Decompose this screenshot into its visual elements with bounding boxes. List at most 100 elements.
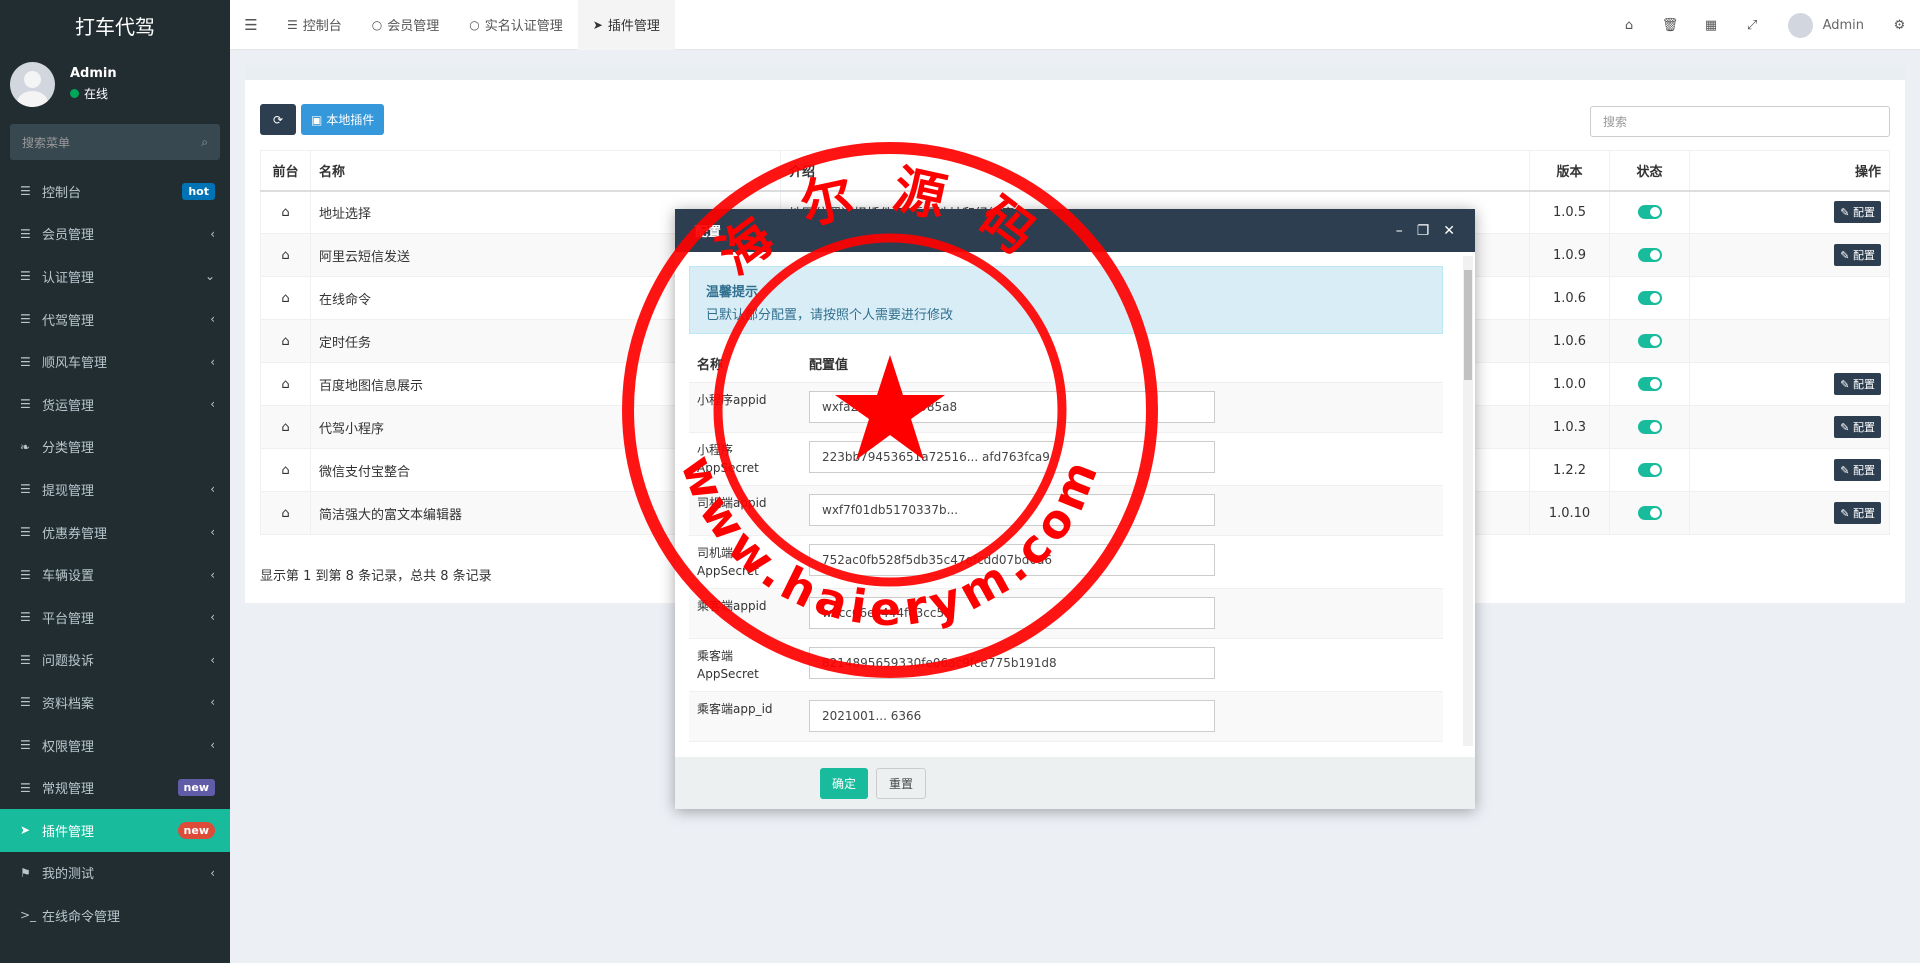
- local-plugins-button[interactable]: ▣ 本地插件: [301, 104, 385, 135]
- sidebar-item-label: 代驾管理: [42, 313, 95, 329]
- sidebar-item-4[interactable]: ☰ 顺风车管理 ‹: [0, 340, 230, 383]
- config-button[interactable]: ✎ 配置: [1834, 459, 1881, 481]
- config-value-input[interactable]: 752ac0fb528f5db35c47efcdd07bd6a6: [809, 543, 1215, 576]
- close-icon[interactable]: ✕: [1443, 223, 1455, 239]
- sidebar-item-16[interactable]: ⚑ 我的测试 ‹: [0, 852, 230, 895]
- sidebar-item-0[interactable]: ☰ 控制台 hot: [0, 170, 230, 213]
- sidebar-item-5[interactable]: ☰ 货运管理 ‹: [0, 383, 230, 426]
- col-version[interactable]: 版本: [1529, 150, 1610, 192]
- config-value-input[interactable]: 223bb79453651a72516... afd763fca9: [809, 440, 1215, 473]
- config-button[interactable]: ✎ 配置: [1834, 201, 1881, 224]
- fullscreen-icon[interactable]: ⤢: [1732, 18, 1773, 33]
- home-icon[interactable]: ⌂: [260, 319, 311, 363]
- plugin-version: 1.0.10: [1529, 491, 1610, 535]
- config-button[interactable]: ✎ 配置: [1834, 373, 1881, 395]
- reset-button[interactable]: 重置: [876, 767, 927, 799]
- config-value-cell: 2021001... 6366: [801, 691, 1443, 742]
- sidebar-item-label: 控制台: [42, 185, 82, 201]
- sidebar-item-13[interactable]: ☰ 权限管理 ‹: [0, 724, 230, 767]
- home-icon[interactable]: ⌂: [260, 491, 311, 535]
- config-row: 司机端AppSecret 752ac0fb528f5db35c47efcdd07b…: [689, 535, 1443, 589]
- list-icon: ☰: [20, 525, 31, 540]
- modal-body: 温馨提示 已默认部分配置，请按照个人需要进行修改 名称 配置值 小程序appid…: [675, 252, 1475, 742]
- translate-icon[interactable]: ▦: [1691, 18, 1732, 33]
- home-icon[interactable]: ⌂: [260, 362, 311, 406]
- config-button[interactable]: ✎ 配置: [1834, 502, 1881, 524]
- home-icon[interactable]: ⌂: [260, 190, 311, 234]
- pagination-info: 显示第 1 到第 8 条记录，总共 8 条记录: [260, 569, 492, 584]
- tab-3[interactable]: ➤ 插件管理: [577, 0, 675, 50]
- search-icon[interactable]: ⌕: [201, 135, 208, 150]
- status-toggle[interactable]: [1609, 276, 1690, 320]
- sidebar-item-7[interactable]: ☰ 提现管理 ‹: [0, 468, 230, 511]
- list-icon: ☰: [20, 269, 31, 284]
- status-toggle[interactable]: [1609, 319, 1690, 363]
- maximize-icon[interactable]: ❐: [1417, 223, 1430, 239]
- chevron-icon: ⌄: [204, 269, 215, 284]
- col-status[interactable]: 状态: [1609, 150, 1690, 192]
- sidebar-item-8[interactable]: ☰ 优惠券管理 ‹: [0, 511, 230, 554]
- col-actions[interactable]: 操作: [1689, 150, 1890, 192]
- sidebar-item-11[interactable]: ☰ 问题投诉 ‹: [0, 639, 230, 682]
- sidebar-item-1[interactable]: ☰ 会员管理 ‹: [0, 213, 230, 256]
- config-row: 乘客端AppSecret 8214895659330fe06ac9fce775b1…: [689, 638, 1443, 692]
- circle-icon: ○: [371, 17, 383, 32]
- sidebar-item-15[interactable]: ➤ 插件管理 new: [0, 808, 230, 852]
- alert-title: 温馨提示: [706, 285, 759, 300]
- status-toggle[interactable]: [1609, 190, 1690, 234]
- tab-1[interactable]: ○ 会员管理: [357, 0, 455, 50]
- alert-tip: 温馨提示 已默认部分配置，请按照个人需要进行修改: [689, 266, 1443, 334]
- sidebar-search-input[interactable]: 搜索菜单 ⌕: [10, 124, 220, 160]
- config-row: 小程序appid wxfa24b924871985a8: [689, 382, 1443, 433]
- table-search-input[interactable]: 搜索: [1590, 106, 1890, 137]
- menu-toggle-icon[interactable]: ☰: [230, 16, 272, 34]
- home-icon[interactable]: ⌂: [260, 276, 311, 320]
- config-value-input[interactable]: wxcc66ec444fe3cc53: [809, 596, 1215, 629]
- trash-icon[interactable]: 🗑: [1650, 18, 1691, 33]
- chevron-icon: ‹: [210, 226, 215, 241]
- tab-label: 会员管理: [387, 19, 440, 34]
- sidebar-item-9[interactable]: ☰ 车辆设置 ‹: [0, 553, 230, 596]
- tab-0[interactable]: ☰ 控制台: [272, 0, 357, 50]
- sidebar-item-12[interactable]: ☰ 资料档案 ‹: [0, 681, 230, 724]
- col-intro[interactable]: 介绍: [780, 150, 1530, 192]
- refresh-button[interactable]: ⟳: [260, 104, 296, 135]
- confirm-button[interactable]: 确定: [820, 767, 869, 799]
- status-toggle[interactable]: [1609, 233, 1690, 277]
- config-button[interactable]: ✎ 配置: [1834, 416, 1881, 438]
- config-value-input[interactable]: 8214895659330fe06ac9fce775b191d8: [809, 646, 1215, 679]
- sidebar-item-3[interactable]: ☰ 代驾管理 ‹: [0, 298, 230, 341]
- config-button[interactable]: ✎ 配置: [1834, 244, 1881, 266]
- tab-2[interactable]: ○ 实名认证管理: [454, 0, 578, 50]
- minimize-icon[interactable]: –: [1396, 223, 1403, 239]
- home-icon[interactable]: ⌂: [260, 405, 311, 449]
- gears-icon[interactable]: ⚙: [1879, 18, 1920, 33]
- col-front[interactable]: 前台: [260, 150, 311, 192]
- config-value-input[interactable]: 2021001... 6366: [809, 699, 1215, 732]
- col-name[interactable]: 名称: [310, 150, 781, 192]
- admin-menu[interactable]: Admin: [1773, 12, 1879, 38]
- sidebar-item-10[interactable]: ☰ 平台管理 ‹: [0, 596, 230, 639]
- modal-scrollbar[interactable]: [1463, 256, 1473, 746]
- home-icon[interactable]: ⌂: [260, 233, 311, 277]
- home-icon[interactable]: ⌂: [1609, 18, 1650, 33]
- config-value-input[interactable]: wxfa24b924871985a8: [809, 390, 1215, 423]
- plugin-version: 1.0.5: [1529, 190, 1610, 234]
- sidebar-item-14[interactable]: ☰ 常规管理 new: [0, 766, 230, 809]
- sidebar-item-17[interactable]: >_ 在线命令管理: [0, 894, 230, 937]
- status-toggle[interactable]: [1609, 362, 1690, 406]
- list-icon: ☰: [20, 567, 31, 582]
- status-toggle[interactable]: [1609, 448, 1690, 492]
- col-config-value: 配置值: [801, 346, 1443, 383]
- sidebar-item-label: 优惠券管理: [42, 526, 108, 542]
- sidebar-item-2[interactable]: ☰ 认证管理 ⌄: [0, 255, 230, 298]
- app-logo[interactable]: 打车代驾: [0, 0, 230, 50]
- chevron-icon: ‹: [210, 652, 215, 667]
- actions-cell: ✎ 配置: [1689, 491, 1890, 535]
- alert-text: 已默认部分配置，请按照个人需要进行修改: [706, 308, 954, 323]
- status-toggle[interactable]: [1609, 491, 1690, 535]
- sidebar-item-6[interactable]: ❧ 分类管理: [0, 426, 230, 469]
- status-toggle[interactable]: [1609, 405, 1690, 449]
- home-icon[interactable]: ⌂: [260, 448, 311, 492]
- config-value-input[interactable]: wxf7f01db5170337b...: [809, 493, 1215, 526]
